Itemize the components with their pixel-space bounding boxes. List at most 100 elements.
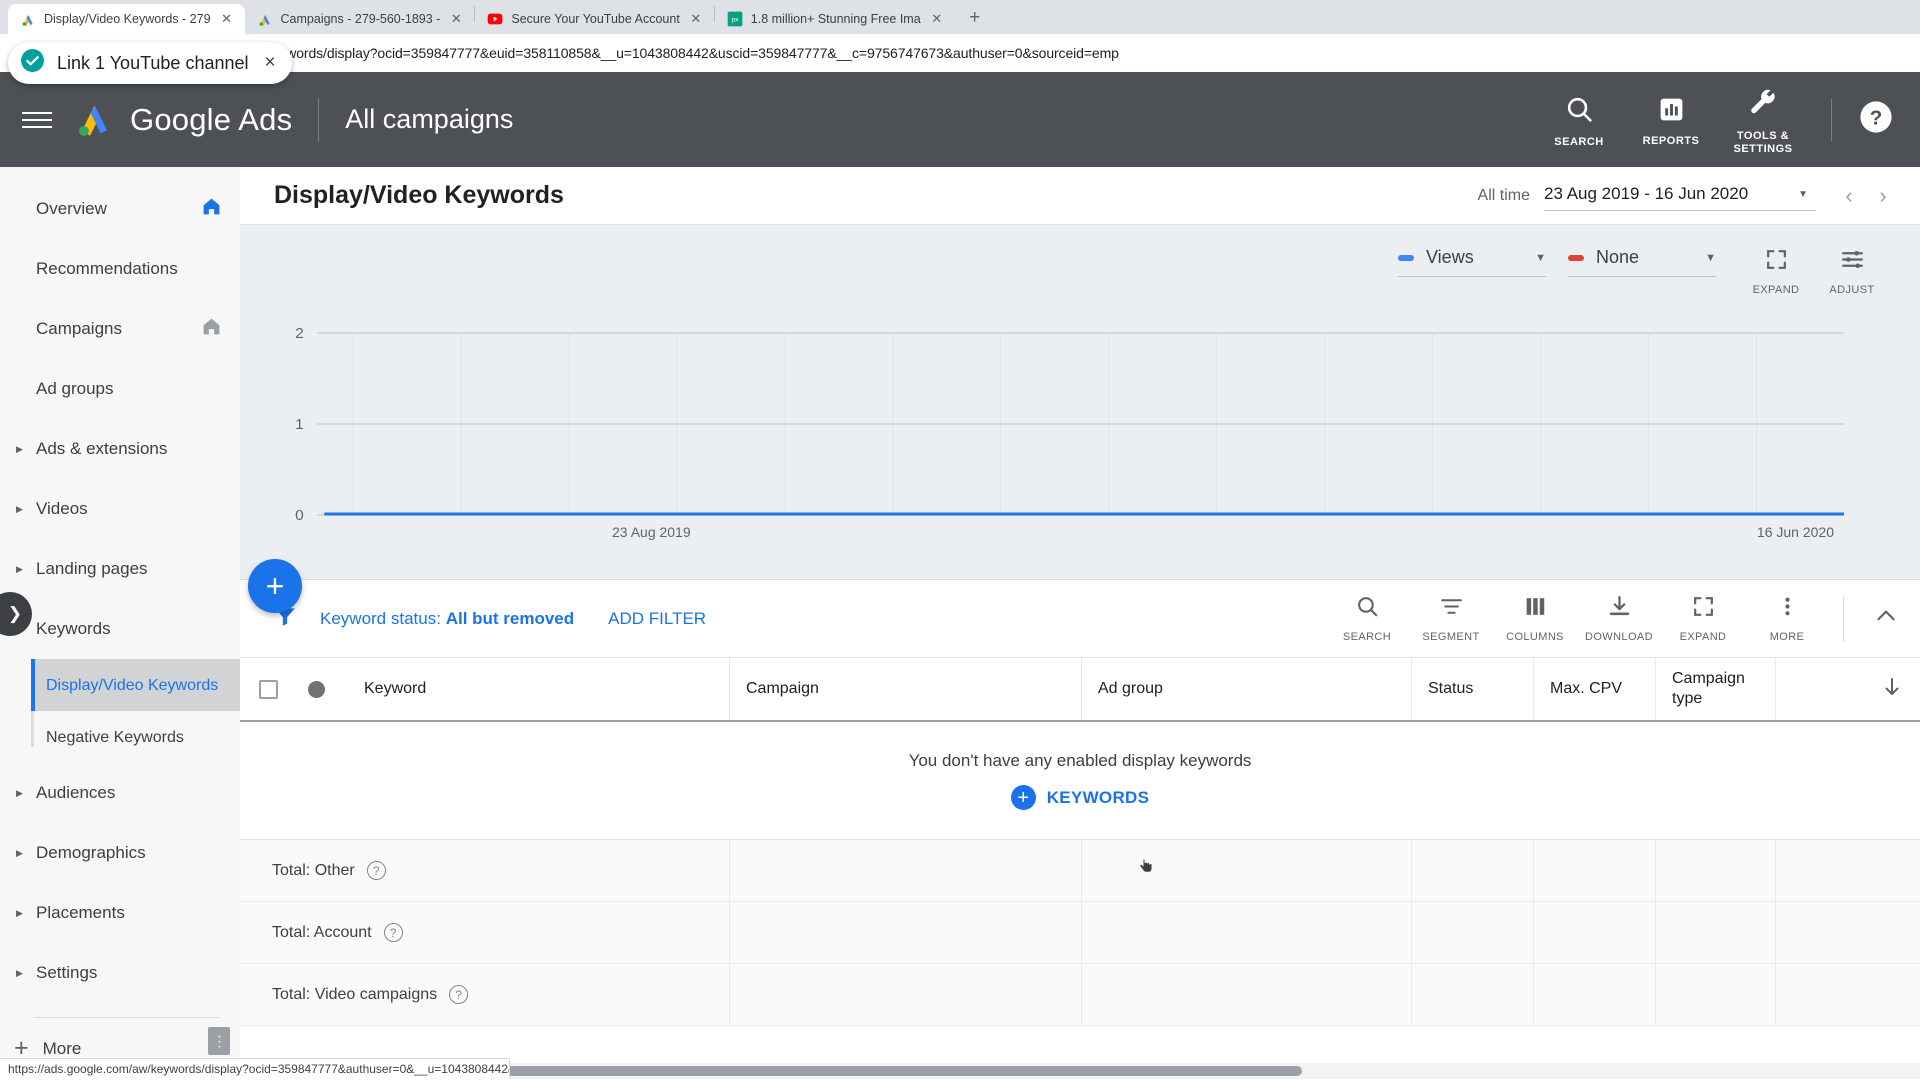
status-circle-icon xyxy=(308,680,325,698)
close-icon[interactable]: ✕ xyxy=(688,11,704,27)
wrench-icon xyxy=(1748,88,1779,124)
sidebar-item-campaigns[interactable]: Campaigns xyxy=(0,299,240,359)
browser-tab-0[interactable]: Display/Video Keywords - 279 ✕ xyxy=(8,4,245,34)
sidebar-item-audiences[interactable]: ▶ Audiences xyxy=(0,763,240,823)
page-title: Display/Video Keywords xyxy=(274,181,564,209)
add-filter-button[interactable]: ADD FILTER xyxy=(608,609,706,629)
close-icon[interactable]: ✕ xyxy=(448,11,464,27)
table-collapse-toggle[interactable] xyxy=(1860,603,1912,634)
browser-tab-2[interactable]: Secure Your YouTube Account ✕ xyxy=(475,4,714,34)
chevron-down-icon[interactable]: ▼ xyxy=(1535,252,1546,264)
chevron-right-icon[interactable]: ▶ xyxy=(16,564,32,574)
browser-tab-1[interactable]: Campaigns - 279-560-1893 - ✕ xyxy=(244,4,475,34)
sidebar-item-label: Ad groups xyxy=(36,379,114,398)
chevron-down-icon[interactable]: ▼ xyxy=(1705,252,1716,264)
help-icon[interactable]: ? xyxy=(449,985,469,1004)
sidebar-resize-handle[interactable]: ⋮ xyxy=(208,1027,230,1055)
search-icon xyxy=(1564,94,1595,130)
chart-adjust-button[interactable]: ADJUST xyxy=(1814,247,1890,296)
chevron-right-icon[interactable]: ▶ xyxy=(16,788,32,798)
next-period-button[interactable]: › xyxy=(1872,183,1894,209)
chevron-right-icon[interactable]: ▶ xyxy=(16,848,32,858)
home-icon[interactable] xyxy=(201,196,222,222)
sidebar-item-placements[interactable]: ▶ Placements xyxy=(0,883,240,943)
sidebar-item-recommendations[interactable]: Recommendations xyxy=(0,239,240,299)
column-header-campaign-type[interactable]: Campaign type xyxy=(1656,658,1776,720)
close-icon[interactable]: ✕ xyxy=(219,11,235,27)
chevron-right-icon[interactable]: ▶ xyxy=(16,968,32,978)
total-row-cell xyxy=(1656,964,1776,1025)
table-more-button[interactable]: MORE xyxy=(1745,594,1829,643)
menu-hamburger-icon[interactable] xyxy=(22,103,56,137)
select-all-checkbox[interactable] xyxy=(240,658,296,720)
chevron-down-icon[interactable]: ▼ xyxy=(1790,189,1816,200)
chart-expand-button[interactable]: EXPAND xyxy=(1738,247,1814,296)
link-youtube-channel-notification[interactable]: Link 1 YouTube channel × xyxy=(8,42,292,84)
sidebar-item-display-video-keywords[interactable]: Display/Video Keywords xyxy=(31,659,240,711)
chevron-right-icon[interactable]: ▶ xyxy=(16,504,32,514)
home-icon[interactable] xyxy=(201,316,222,342)
chevron-right-icon[interactable]: ▶ xyxy=(16,444,32,454)
sidebar-item-label: Audiences xyxy=(36,783,116,802)
close-icon[interactable]: ✕ xyxy=(929,11,945,27)
total-row-cell xyxy=(730,840,1082,901)
table-more-label: MORE xyxy=(1769,631,1805,643)
close-icon[interactable]: × xyxy=(265,52,276,74)
table-search-button[interactable]: SEARCH xyxy=(1325,594,1409,643)
table-columns-button[interactable]: COLUMNS xyxy=(1493,594,1577,643)
add-keywords-button[interactable]: + KEYWORDS xyxy=(1010,785,1150,810)
table-segment-button[interactable]: SEGMENT xyxy=(1409,594,1493,643)
sort-descending-arrow-icon xyxy=(1880,675,1904,704)
sidebar-item-more[interactable]: + More xyxy=(0,1018,240,1061)
chart-metric-primary-select[interactable]: Views ▼ xyxy=(1398,247,1546,277)
url-input[interactable]: ads.google.com/aw/keywords/display?ocid=… xyxy=(112,40,1910,66)
sidebar-item-ads-extensions[interactable]: ▶ Ads & extensions xyxy=(0,419,240,479)
sidebar-item-label: Placements xyxy=(36,903,125,922)
sidebar-item-overview[interactable]: Overview xyxy=(0,179,240,239)
browser-tab-title: Display/Video Keywords - 279 xyxy=(44,12,211,26)
date-range-value: 23 Aug 2019 - 16 Jun 2020 xyxy=(1544,184,1749,203)
browser-status-url: https://ads.google.com/aw/keywords/displ… xyxy=(0,1058,510,1079)
reports-bar-chart-icon xyxy=(1657,95,1686,129)
sidebar-item-settings[interactable]: ▶ Settings xyxy=(0,943,240,1003)
column-header-status[interactable]: Status xyxy=(1412,658,1534,720)
column-header-max-cpv[interactable]: Max. CPV xyxy=(1534,658,1656,720)
date-range-picker[interactable]: 23 Aug 2019 - 16 Jun 2020 ▼ xyxy=(1544,180,1816,211)
sidebar-item-videos[interactable]: ▶ Videos xyxy=(0,479,240,539)
table-filter-bar: Keyword status: All but removed ADD FILT… xyxy=(240,580,1920,658)
help-button[interactable]: ? xyxy=(1854,98,1898,142)
google-ads-logo[interactable]: Google Ads xyxy=(72,95,292,144)
column-header-campaign[interactable]: Campaign xyxy=(730,658,1082,720)
sidebar-item-landing-pages[interactable]: ▶ Landing pages xyxy=(0,539,240,599)
scrollbar-thumb[interactable] xyxy=(492,1066,1302,1076)
total-row-cell xyxy=(1082,840,1412,901)
browser-tab-3[interactable]: px 1.8 million+ Stunning Free Ima ✕ xyxy=(714,4,955,34)
header-search-button[interactable]: SEARCH xyxy=(1533,90,1625,149)
chart-metric-secondary-select[interactable]: None ▼ xyxy=(1568,247,1716,277)
column-header-keyword[interactable]: Keyword xyxy=(348,658,730,720)
chevron-right-icon[interactable]: ▶ xyxy=(16,908,32,918)
help-icon[interactable]: ? xyxy=(383,923,403,942)
table-expand-button[interactable]: EXPAND xyxy=(1661,594,1745,643)
prev-period-button[interactable]: ‹ xyxy=(1838,183,1860,209)
header-reports-button[interactable]: REPORTS xyxy=(1625,91,1717,148)
help-icon[interactable]: ? xyxy=(366,861,386,880)
column-sort-button[interactable] xyxy=(1776,658,1920,720)
new-tab-button[interactable]: + xyxy=(961,4,989,32)
sidebar-item-ad-groups[interactable]: Ad groups xyxy=(0,359,240,419)
main-content: Display/Video Keywords All time 23 Aug 2… xyxy=(240,167,1920,1079)
sidebar-item-demographics[interactable]: ▶ Demographics xyxy=(0,823,240,883)
sidebar-item-keywords[interactable]: ▼ Keywords xyxy=(0,599,240,659)
table-toolbar: SEARCH SEGMENT COLUMNS DOWNLOAD EXPAND M… xyxy=(1325,594,1920,643)
chevron-up-icon xyxy=(1873,603,1899,634)
sidebar-item-negative-keywords[interactable]: Negative Keywords xyxy=(32,711,240,763)
table-download-button[interactable]: DOWNLOAD xyxy=(1577,594,1661,643)
header-tools-settings-button[interactable]: TOOLS & SETTINGS xyxy=(1717,84,1809,156)
google-ads-mark-icon xyxy=(72,95,116,144)
keyword-status-filter-chip[interactable]: Keyword status: All but removed xyxy=(320,609,574,629)
column-header-ad-group[interactable]: Ad group xyxy=(1082,658,1412,720)
chart-controls: Views ▼ None ▼ EXPAND ADJUST xyxy=(240,225,1920,307)
table-columns-label: COLUMNS xyxy=(1506,631,1564,643)
mouse-cursor xyxy=(1136,855,1156,884)
add-keyword-fab[interactable]: + xyxy=(248,559,302,613)
